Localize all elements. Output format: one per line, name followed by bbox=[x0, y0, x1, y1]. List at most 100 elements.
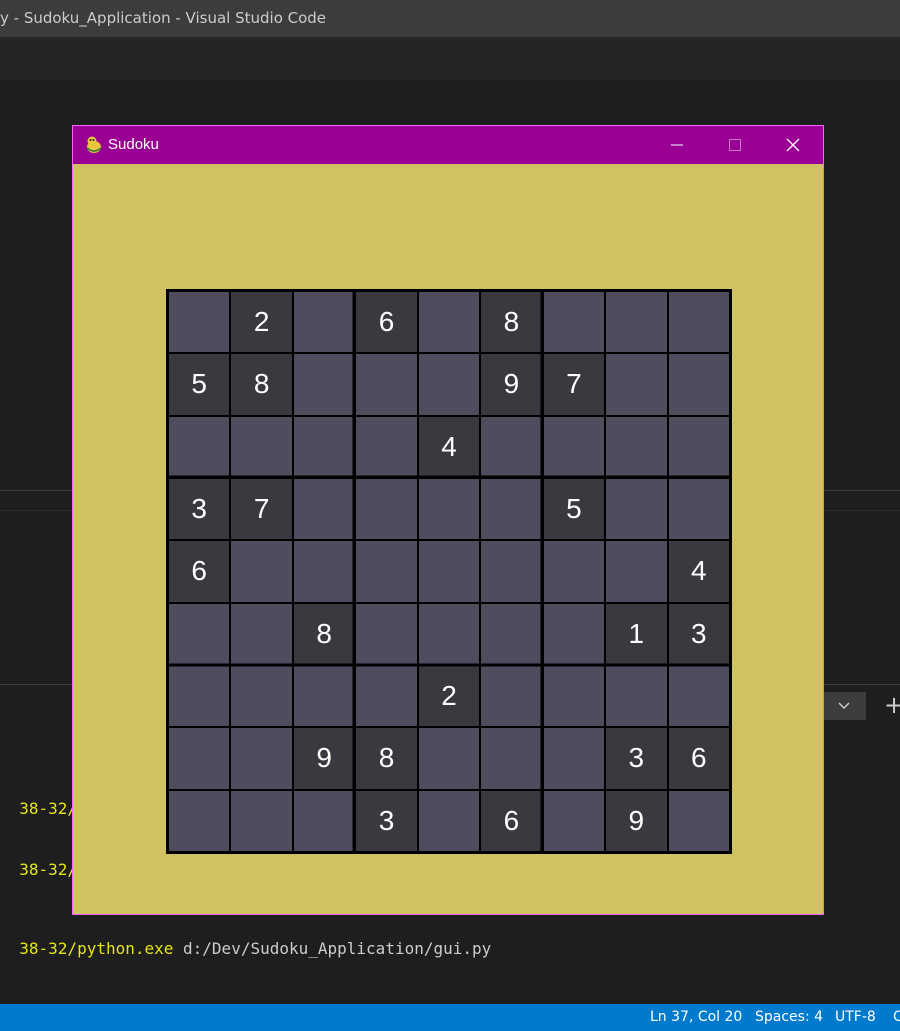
vscode-window-title: y - Sudoku_Application - Visual Studio C… bbox=[0, 9, 327, 27]
close-button[interactable] bbox=[764, 126, 822, 164]
sudoku-cell[interactable] bbox=[543, 665, 605, 727]
sudoku-board: 268589743756481329836369 bbox=[166, 289, 732, 854]
sudoku-cell[interactable]: 7 bbox=[231, 478, 292, 540]
sudoku-cell[interactable] bbox=[668, 790, 729, 851]
close-icon bbox=[786, 138, 800, 152]
sudoku-cell[interactable] bbox=[231, 665, 292, 727]
vscode-breadcrumb bbox=[0, 80, 900, 109]
sudoku-cell[interactable] bbox=[293, 292, 355, 353]
sudoku-cell[interactable] bbox=[169, 416, 230, 477]
status-indentation[interactable]: Spaces: 4 bbox=[755, 1004, 823, 1031]
sudoku-cell[interactable]: 4 bbox=[418, 416, 480, 477]
sudoku-cell[interactable] bbox=[169, 292, 230, 353]
sudoku-cell[interactable] bbox=[668, 292, 729, 353]
sudoku-cell[interactable] bbox=[543, 728, 605, 789]
sudoku-cell[interactable]: 8 bbox=[356, 728, 417, 789]
sudoku-cell[interactable] bbox=[606, 665, 667, 727]
status-cursor-position[interactable]: Ln 37, Col 20 bbox=[650, 1004, 742, 1031]
sudoku-cell[interactable] bbox=[356, 541, 417, 602]
terminal-command: d:/Dev/Sudoku_Application/gui.py bbox=[173, 939, 492, 958]
sudoku-cell[interactable] bbox=[293, 354, 355, 415]
terminal-path: 38-32/python.exe bbox=[19, 939, 174, 958]
sudoku-cell[interactable] bbox=[169, 728, 230, 789]
sudoku-cell[interactable] bbox=[356, 416, 417, 477]
sudoku-cell[interactable]: 9 bbox=[293, 728, 355, 789]
sudoku-cell[interactable]: 3 bbox=[668, 603, 729, 664]
sudoku-cell[interactable] bbox=[231, 416, 292, 477]
sudoku-cell[interactable]: 3 bbox=[356, 790, 417, 851]
sudoku-cell[interactable] bbox=[481, 541, 542, 602]
sudoku-cell[interactable] bbox=[418, 478, 480, 540]
sudoku-cell[interactable] bbox=[543, 541, 605, 602]
sudoku-cell[interactable] bbox=[293, 478, 355, 540]
sudoku-cell[interactable]: 6 bbox=[356, 292, 417, 353]
sudoku-cell[interactable] bbox=[543, 292, 605, 353]
sudoku-cell[interactable] bbox=[293, 416, 355, 477]
sudoku-cell[interactable]: 8 bbox=[293, 603, 355, 664]
sudoku-cell[interactable] bbox=[481, 665, 542, 727]
maximize-button[interactable] bbox=[706, 126, 764, 164]
sudoku-cell[interactable] bbox=[668, 354, 729, 415]
sudoku-cell[interactable] bbox=[293, 541, 355, 602]
sudoku-cell[interactable] bbox=[543, 416, 605, 477]
sudoku-cell[interactable] bbox=[356, 354, 417, 415]
sudoku-cell[interactable] bbox=[606, 354, 667, 415]
minimize-button[interactable] bbox=[648, 126, 706, 164]
sudoku-title-bar[interactable]: Sudoku bbox=[73, 126, 823, 164]
sudoku-cell[interactable]: 2 bbox=[231, 292, 292, 353]
vscode-title-bar: y - Sudoku_Application - Visual Studio C… bbox=[0, 0, 900, 37]
sudoku-cell[interactable]: 5 bbox=[543, 478, 605, 540]
sudoku-cell[interactable] bbox=[231, 541, 292, 602]
sudoku-cell[interactable] bbox=[169, 665, 230, 727]
status-overflow[interactable]: C bbox=[893, 1004, 900, 1031]
sudoku-cell[interactable] bbox=[606, 416, 667, 477]
terminal-select-dropdown[interactable] bbox=[822, 692, 866, 720]
sudoku-cell[interactable]: 5 bbox=[169, 354, 230, 415]
sudoku-cell[interactable] bbox=[356, 603, 417, 664]
sudoku-cell[interactable] bbox=[231, 790, 292, 851]
sudoku-cell[interactable] bbox=[418, 603, 480, 664]
sudoku-cell[interactable] bbox=[418, 728, 480, 789]
sudoku-cell[interactable]: 9 bbox=[606, 790, 667, 851]
sudoku-cell[interactable] bbox=[668, 478, 729, 540]
sudoku-cell[interactable] bbox=[543, 603, 605, 664]
sudoku-cell[interactable] bbox=[606, 292, 667, 353]
sudoku-cell[interactable]: 6 bbox=[668, 728, 729, 789]
sudoku-cell[interactable]: 6 bbox=[481, 790, 542, 851]
sudoku-cell[interactable]: 3 bbox=[606, 728, 667, 789]
sudoku-cell[interactable]: 3 bbox=[169, 478, 230, 540]
sudoku-cell[interactable] bbox=[231, 603, 292, 664]
sudoku-cell[interactable] bbox=[169, 603, 230, 664]
sudoku-cell[interactable] bbox=[293, 665, 355, 727]
sudoku-cell[interactable]: 7 bbox=[543, 354, 605, 415]
sudoku-cell[interactable] bbox=[543, 790, 605, 851]
sudoku-cell[interactable] bbox=[418, 541, 480, 602]
sudoku-cell[interactable] bbox=[606, 541, 667, 602]
sudoku-cell[interactable] bbox=[356, 478, 417, 540]
sudoku-cell[interactable] bbox=[293, 790, 355, 851]
sudoku-cell[interactable] bbox=[418, 292, 480, 353]
sudoku-cell[interactable]: 8 bbox=[231, 354, 292, 415]
sudoku-cell[interactable] bbox=[169, 790, 230, 851]
new-terminal-plus-icon[interactable]: + bbox=[884, 690, 900, 720]
sudoku-cell[interactable] bbox=[606, 478, 667, 540]
sudoku-window: Sudoku 268589743756481329836369 bbox=[72, 125, 824, 915]
sudoku-cell[interactable]: 4 bbox=[668, 541, 729, 602]
sudoku-cell[interactable] bbox=[481, 478, 542, 540]
terminal-line: 38-32/python.exe d:/Dev/Sudoku_Applicati… bbox=[0, 920, 491, 958]
sudoku-cell[interactable]: 6 bbox=[169, 541, 230, 602]
sudoku-cell[interactable]: 8 bbox=[481, 292, 542, 353]
sudoku-cell[interactable] bbox=[481, 416, 542, 477]
sudoku-cell[interactable] bbox=[481, 728, 542, 789]
status-encoding[interactable]: UTF-8 bbox=[835, 1004, 876, 1031]
sudoku-cell[interactable]: 9 bbox=[481, 354, 542, 415]
sudoku-cell[interactable] bbox=[481, 603, 542, 664]
sudoku-cell[interactable]: 2 bbox=[418, 665, 480, 727]
sudoku-cell[interactable] bbox=[356, 665, 417, 727]
sudoku-cell[interactable] bbox=[668, 416, 729, 477]
sudoku-cell[interactable] bbox=[231, 728, 292, 789]
sudoku-cell[interactable] bbox=[418, 354, 480, 415]
sudoku-cell[interactable] bbox=[418, 790, 480, 851]
sudoku-cell[interactable] bbox=[668, 665, 729, 727]
sudoku-cell[interactable]: 1 bbox=[606, 603, 667, 664]
